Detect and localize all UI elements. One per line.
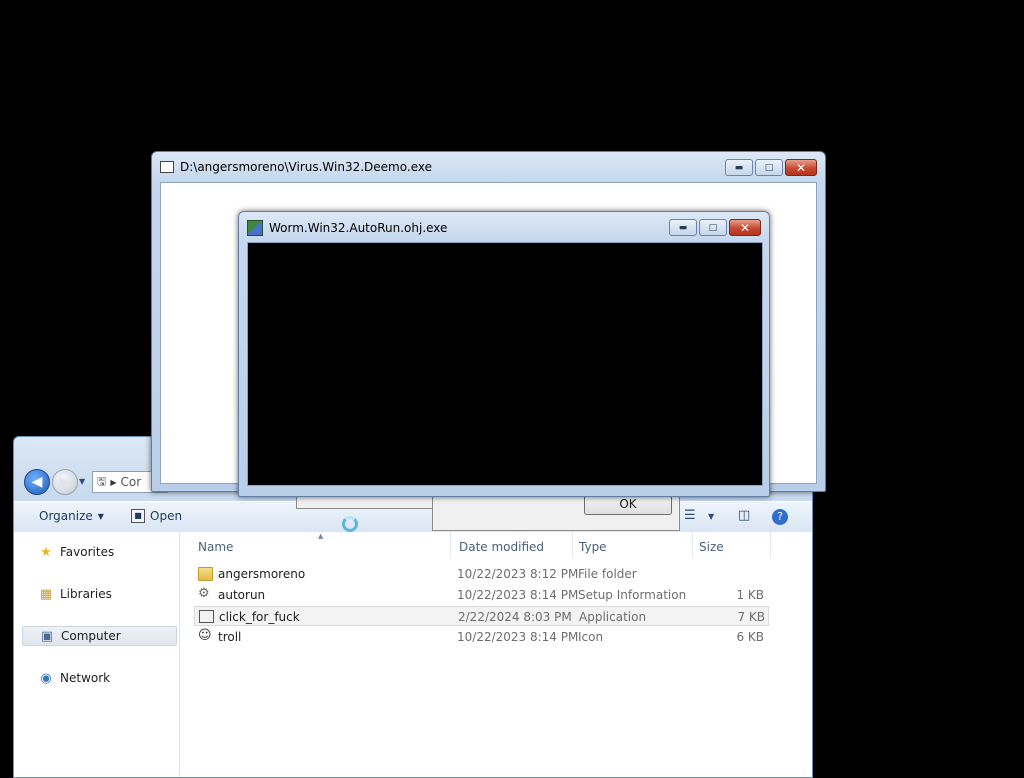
arrow-left-icon: ◀ — [31, 474, 43, 490]
arrow-right-icon: ▶ — [59, 474, 71, 490]
nav-item-label: Network — [60, 671, 111, 685]
view-options-icon[interactable]: ☰ — [684, 508, 696, 523]
file-size: 1 KB — [736, 588, 764, 602]
computer-icon: 🖫 — [97, 474, 107, 488]
window-title-text: D:\angersmoreno\Virus.Win32.Deemo.exe — [180, 160, 432, 174]
file-name: click_for_fuck — [219, 610, 300, 624]
file-row[interactable]: click_for_fuck 2/22/2024 8:03 PM Applica… — [194, 606, 769, 626]
column-header-date[interactable]: Date modified — [459, 540, 544, 554]
address-text: Cor — [120, 475, 142, 489]
console-icon — [160, 161, 174, 173]
close-button[interactable]: ✕ — [785, 159, 817, 176]
close-icon: ✕ — [739, 220, 751, 235]
file-type: Icon — [578, 630, 604, 644]
file-list: ▲ Name Date modified Type Size angersmor… — [180, 532, 812, 777]
network-icon: ◉ — [40, 670, 52, 686]
icon-file-icon: ☺ — [198, 628, 212, 643]
file-size: 6 KB — [736, 630, 764, 644]
busy-cursor-icon — [342, 516, 358, 532]
column-divider[interactable] — [770, 532, 771, 558]
nav-item-computer[interactable]: ▣ Computer — [22, 626, 177, 646]
file-date: 2/22/2024 8:03 PM — [458, 610, 572, 624]
sort-arrow-icon: ▲ — [318, 532, 324, 540]
star-icon: ★ — [40, 544, 52, 560]
file-row[interactable]: angersmoreno 10/22/2023 8:12 PM File fol… — [194, 564, 769, 584]
file-name: autorun — [218, 588, 266, 602]
file-type: File folder — [578, 567, 637, 581]
nav-item-favorites[interactable]: ★ Favorites — [22, 542, 177, 562]
file-date: 10/22/2023 8:12 PM — [457, 567, 579, 581]
window-title: D:\angersmoreno\Virus.Win32.Deemo.exe — [160, 160, 432, 174]
nav-item-label: Libraries — [60, 587, 112, 601]
application-icon — [199, 610, 214, 623]
window-title-text: Worm.Win32.AutoRun.ohj.exe — [269, 221, 448, 235]
folder-icon — [198, 567, 213, 581]
close-icon: ✕ — [795, 160, 807, 175]
computer-icon: ▣ — [40, 628, 54, 644]
nav-item-libraries[interactable]: ▦ Libraries — [22, 584, 177, 604]
window-controls: ▬ □ ✕ — [669, 219, 761, 236]
window-title: Worm.Win32.AutoRun.ohj.exe — [247, 220, 447, 236]
organize-label: Organize — [39, 509, 93, 523]
worm-app-icon — [247, 220, 263, 236]
nav-item-label: Favorites — [60, 545, 115, 559]
minimize-icon: ▬ — [678, 222, 688, 233]
maximize-icon: □ — [708, 222, 718, 233]
maximize-button[interactable]: □ — [699, 219, 727, 236]
column-header-type[interactable]: Type — [579, 540, 607, 554]
settings-file-icon: ⚙ — [198, 586, 210, 601]
file-date: 10/22/2023 8:14 PM — [457, 630, 579, 644]
recent-pages-chevron-icon[interactable]: ▼ — [79, 477, 85, 486]
maximize-button[interactable]: □ — [755, 159, 783, 176]
open-label: Open — [150, 509, 183, 523]
column-divider[interactable] — [692, 532, 693, 558]
nav-item-network[interactable]: ◉ Network — [22, 668, 177, 688]
minimize-button[interactable]: ▬ — [725, 159, 753, 176]
breadcrumb-chevron-icon[interactable]: ▶ — [110, 478, 116, 487]
preview-pane-icon[interactable]: ◫ — [738, 508, 750, 523]
view-dropdown-icon[interactable]: ▼ — [708, 512, 714, 521]
open-icon: ■ — [131, 509, 145, 523]
column-header-size[interactable]: Size — [699, 540, 724, 554]
close-button[interactable]: ✕ — [729, 219, 761, 236]
minimize-icon: ▬ — [734, 162, 744, 173]
organize-button[interactable]: Organize ▼ — [39, 509, 104, 523]
open-button[interactable]: ■ Open — [131, 509, 182, 523]
column-divider[interactable] — [450, 532, 451, 558]
navigation-pane: ★ Favorites ▦ Libraries ▣ Computer ◉ Net… — [14, 532, 180, 777]
maximize-icon: □ — [764, 162, 774, 173]
dropdown-arrow-icon: ▼ — [97, 511, 104, 521]
file-row[interactable]: ⚙ autorun 10/22/2023 8:14 PM Setup Infor… — [194, 585, 769, 605]
file-size: 7 KB — [737, 610, 765, 624]
file-name: troll — [218, 630, 242, 644]
forward-button[interactable]: ▶ — [52, 469, 78, 495]
worm-window: Worm.Win32.AutoRun.ohj.exe ▬ □ ✕ — [238, 211, 770, 497]
file-type: Application — [579, 610, 647, 624]
help-icon[interactable]: ? — [772, 509, 788, 525]
libraries-icon: ▦ — [39, 586, 53, 602]
file-date: 10/22/2023 8:14 PM — [457, 588, 579, 602]
column-header-name[interactable]: Name — [198, 540, 233, 554]
window-controls: ▬ □ ✕ — [725, 159, 817, 176]
file-name: angersmoreno — [218, 567, 306, 581]
back-button[interactable]: ◀ — [24, 469, 50, 495]
nav-item-label: Computer — [61, 629, 121, 643]
column-divider[interactable] — [572, 532, 573, 558]
console-output-area — [247, 242, 763, 486]
minimize-button[interactable]: ▬ — [669, 219, 697, 236]
file-row[interactable]: ☺ troll 10/22/2023 8:14 PM Icon 6 KB — [194, 627, 769, 647]
file-type: Setup Information — [578, 588, 687, 602]
